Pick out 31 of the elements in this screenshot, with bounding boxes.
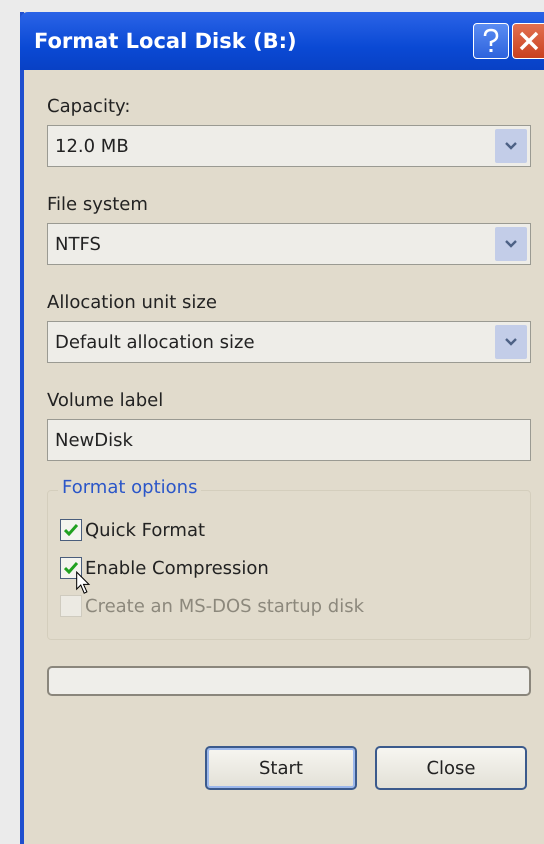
dropdown-value: NTFS bbox=[55, 234, 101, 254]
help-button[interactable] bbox=[473, 23, 509, 59]
field-label: File system bbox=[47, 194, 149, 215]
chevron-down-icon bbox=[505, 142, 517, 150]
dialog-button[interactable]: Start bbox=[205, 746, 357, 790]
checkbox-label[interactable]: Enable Compression bbox=[85, 558, 269, 578]
checkbox[interactable] bbox=[60, 519, 82, 541]
dropdown-value: Default allocation size bbox=[55, 332, 255, 352]
chevron-down-icon bbox=[505, 338, 517, 346]
close-icon bbox=[518, 30, 540, 52]
checkmark-icon bbox=[64, 524, 78, 536]
dialog-button[interactable]: Close bbox=[375, 746, 527, 790]
checkbox[interactable] bbox=[60, 557, 82, 579]
dropdown[interactable]: 12.0 MB bbox=[47, 125, 531, 167]
chevron-down-icon bbox=[505, 240, 517, 248]
close-button[interactable] bbox=[512, 23, 544, 59]
dropdown-value: 12.0 MB bbox=[55, 136, 129, 156]
window-title: Format Local Disk (B:) bbox=[33, 29, 297, 53]
field-label: Allocation unit size bbox=[47, 292, 218, 313]
field-label: Volume label bbox=[47, 390, 164, 411]
help-icon bbox=[481, 28, 501, 54]
input-field[interactable]: NewDisk bbox=[47, 419, 531, 461]
dropdown-arrow-button[interactable] bbox=[495, 325, 527, 359]
group-title: Format options bbox=[58, 477, 202, 498]
dropdown-arrow-button[interactable] bbox=[495, 227, 527, 261]
dropdown-arrow-button[interactable] bbox=[495, 129, 527, 163]
dropdown[interactable]: NTFS bbox=[47, 223, 531, 265]
dropdown[interactable]: Default allocation size bbox=[47, 321, 531, 363]
checkmark-icon bbox=[64, 562, 78, 574]
field-label: Capacity: bbox=[47, 96, 132, 117]
checkbox-label[interactable]: Quick Format bbox=[85, 520, 206, 540]
